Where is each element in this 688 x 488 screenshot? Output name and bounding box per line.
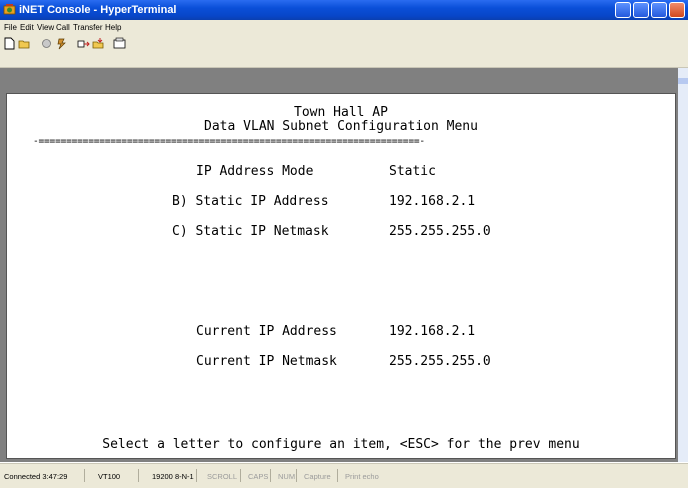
menu-bar: File Edit View Call Transfer Help — [0, 20, 688, 35]
row-value-static-ip-address: 192.168.2.1 — [389, 194, 476, 209]
terminal-screen[interactable]: Town Hall AP Data VLAN Subnet Configurat… — [6, 93, 676, 459]
row-label-current-ip-address: Current IP Address — [196, 324, 337, 339]
status-divider — [270, 469, 271, 482]
menu-file[interactable]: File — [4, 20, 17, 35]
menu-transfer[interactable]: Transfer — [73, 20, 103, 35]
send-icon[interactable] — [77, 37, 90, 50]
dial-icon[interactable] — [55, 37, 68, 50]
status-divider — [196, 469, 197, 482]
help-window-button[interactable] — [615, 2, 631, 18]
status-divider — [296, 469, 297, 482]
close-button[interactable] — [669, 2, 685, 18]
status-divider — [84, 469, 85, 482]
status-caps: CAPS — [248, 472, 269, 481]
title-bar[interactable]: iNET Console - HyperTerminal — [0, 0, 688, 20]
status-bar: Connected 3:47:29 VT100 19200 8-N-1 SCRO… — [0, 463, 688, 488]
status-divider — [240, 469, 241, 482]
status-print-echo: Print echo — [345, 472, 379, 481]
receive-icon[interactable] — [92, 37, 105, 50]
instruction-prompt: Select a letter to configure an item, <E… — [102, 437, 580, 452]
menu-help[interactable]: Help — [105, 20, 121, 35]
row-label-ip-address-mode: IP Address Mode — [196, 164, 314, 179]
header-divider: -=======================================… — [33, 136, 425, 147]
menu-option-c[interactable]: C) Static IP Netmask — [172, 224, 329, 239]
menu-option-b[interactable]: B) Static IP Address — [172, 194, 329, 209]
minimize-button[interactable] — [633, 2, 649, 18]
status-port-settings: 19200 8-N-1 — [152, 472, 194, 481]
status-emulation: VT100 — [98, 472, 121, 481]
menu-view[interactable]: View — [37, 20, 54, 35]
open-icon[interactable] — [18, 37, 31, 50]
row-value-ip-address-mode: Static — [389, 164, 436, 179]
row-label-current-ip-netmask: Current IP Netmask — [196, 354, 337, 369]
toolbar — [0, 35, 688, 68]
status-num: NUM — [278, 472, 296, 481]
menu-header-title: Data VLAN Subnet Configuration Menu — [204, 119, 478, 134]
properties-icon[interactable] — [113, 37, 126, 50]
status-divider — [138, 469, 139, 482]
window-title: iNET Console - HyperTerminal — [19, 4, 177, 16]
status-capture: Capture — [304, 472, 331, 481]
vertical-scrollbar[interactable] — [678, 68, 688, 462]
row-value-static-ip-netmask: 255.255.255.0 — [389, 224, 491, 239]
status-scroll: SCROLL — [207, 472, 238, 481]
hyperterminal-app-icon — [3, 4, 16, 15]
menu-call[interactable]: Call — [56, 20, 70, 35]
disconnect-icon[interactable] — [40, 37, 53, 50]
maximize-button[interactable] — [651, 2, 667, 18]
scroll-up-icon[interactable] — [678, 78, 688, 84]
row-value-current-ip-netmask: 255.255.255.0 — [389, 354, 491, 369]
new-connection-icon[interactable] — [3, 37, 16, 50]
menu-header-site: Town Hall AP — [294, 105, 388, 120]
status-connected: Connected 3:47:29 — [4, 472, 68, 481]
menu-edit[interactable]: Edit — [20, 20, 34, 35]
row-value-current-ip-address: 192.168.2.1 — [389, 324, 476, 339]
status-divider — [337, 469, 338, 482]
